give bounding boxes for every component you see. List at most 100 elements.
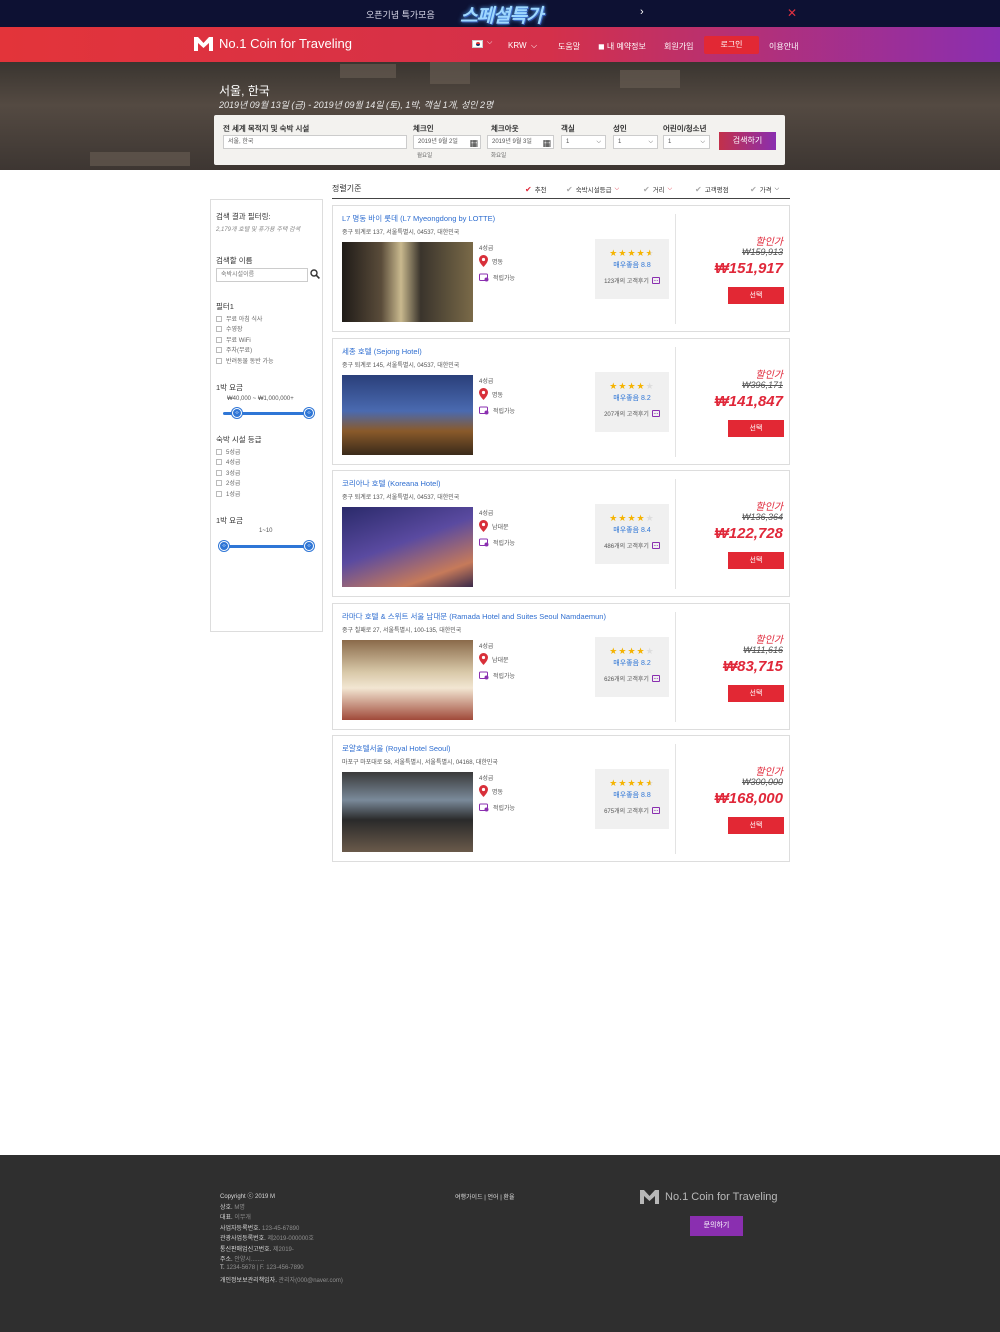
calendar-icon[interactable]: ▦ [469,137,478,149]
hotel-card[interactable]: 코리아나 호텔 (Koreana Hotel) 중구 퇴계로 137, 서울특별… [332,470,790,597]
chevron-down-icon: ⌵ [774,185,780,192]
grade-4[interactable]: 4성급 [216,457,240,466]
contact-button[interactable]: 문의하기 [690,1216,743,1236]
hotel-name[interactable]: L7 명동 바이 롯데 (L7 Myeongdong by LOTTE) [342,213,495,224]
promo-banner[interactable]: 오픈기념 특가모음 스페셜특가 › ✕ [0,0,1000,27]
grade-2[interactable]: 2성급 [216,478,240,487]
review-score: 매우좋음 8.8 [613,262,651,269]
rooms-select[interactable]: 1 ⌵ [561,135,606,149]
login-button[interactable]: 로그인 [704,36,759,54]
chevron-down-icon[interactable]: ⌵ [487,39,492,47]
footer-brand: No.1 Coin for Traveling [640,1190,778,1204]
hotel-name-input[interactable] [216,268,308,282]
checkin-input[interactable]: 2019년 9월 2일 ▦ [413,135,481,149]
filter-wifi[interactable]: 무료 WiFi [216,335,251,344]
sale-price: ₩141,847 [714,393,783,410]
search-icon[interactable] [310,269,320,279]
search-form: 전 세계 목적지 및 숙박 시설 서울, 한국 체크인 2019년 9월 2일 … [214,115,785,165]
adults-select[interactable]: 1 ⌵ [613,135,658,149]
slider-handle-max[interactable]: ‹› [304,408,314,418]
star-icon: ★ [636,248,646,258]
hotel-photo[interactable] [342,640,473,720]
hotel-name[interactable]: 로얄호텔서울 (Royal Hotel Seoul) [342,743,451,754]
check-icon: ✔ [695,184,702,194]
star-icon: ★ [645,513,655,523]
hotel-card[interactable]: 세종 호텔 (Sejong Hotel) 중구 퇴계로 145, 서울특별시, … [332,338,790,465]
grade-1[interactable]: 1성급 [216,489,240,498]
promo-logo[interactable]: 스페셜특가 [460,1,546,27]
result-count: 2,179개 호텔 및 휴가용 주택 검색 [216,227,301,233]
kids-select[interactable]: 1 ⌵ [663,135,710,149]
calendar-icon[interactable]: ▦ [542,137,551,149]
sort-distance[interactable]: ✔ 거리 ⌵ [643,184,673,195]
chevron-down-icon: ⌵ [667,185,673,192]
select-button[interactable]: 선택 [728,420,784,437]
footer-info-line: 대표. 이무개 [220,1215,251,1221]
hotel-photo[interactable] [342,507,473,587]
review-count[interactable]: 626개의 고객후기… [595,674,669,683]
range2-slider-track[interactable] [223,545,309,548]
hotel-card[interactable]: L7 명동 바이 롯데 (L7 Myeongdong by LOTTE) 중구 … [332,205,790,332]
nav-signup[interactable]: 회원가입 [664,41,693,52]
search-button[interactable]: 검색하기 [719,132,776,150]
rating-box: ★★★★★ 매우좋음 8.2 626개의 고객후기… [595,637,669,697]
hero-banner: 서울, 한국 2019년 09월 13일 (금) - 2019년 09월 14일… [0,62,1000,170]
hotel-card[interactable]: 로얄호텔서울 (Royal Hotel Seoul) 마포구 마포대로 58, … [332,735,790,862]
review-count[interactable]: 123개의 고객후기… [595,276,669,285]
hotel-photo[interactable] [342,375,473,455]
review-count[interactable]: 486개의 고객후기… [595,541,669,550]
star-icon: ★ [627,778,637,788]
footer-links[interactable]: 여행가이드 | 언어 | 환율 [455,1192,514,1201]
sale-price: ₩83,715 [722,658,783,675]
nav-guide[interactable]: 이용안내 [769,41,798,52]
select-button[interactable]: 선택 [728,287,784,304]
filter-pets[interactable]: 반려동물 동반 가능 [216,356,274,365]
hotel-photo[interactable] [342,242,473,322]
nav-help[interactable]: 도움말 [558,41,580,52]
sort-grade[interactable]: ✔ 숙박시설등급 ⌵ [566,184,619,195]
slider-handle-min[interactable]: ‹› [219,541,229,551]
hotel-name[interactable]: 세종 호텔 (Sejong Hotel) [342,346,422,357]
divider [675,744,676,854]
slider-handle-max[interactable]: ‹› [304,541,314,551]
grade-3[interactable]: 3성급 [216,468,240,477]
hotel-address: 중구 퇴계로 137, 서울특별시, 04537, 대한민국 [342,495,460,501]
chevron-right-icon[interactable]: › [640,6,644,18]
sort-rating[interactable]: ✔ 고객평점 [695,184,729,195]
promo-text: 오픈기념 특가모음 [366,10,435,20]
hotel-points: 적립가능 [479,538,515,547]
hotel-name[interactable]: 코리아나 호텔 (Koreana Hotel) [342,478,441,489]
korea-flag-icon[interactable] [472,40,483,48]
footer: Copyright ⓒ 2019 M 상호. M명 대표. 이무개 사업자등록번호.… [0,1155,1000,1332]
sort-price[interactable]: ✔ 가격 ⌵ [750,184,780,195]
slider-handle-min[interactable]: ‹› [232,408,242,418]
hotel-card[interactable]: 라마다 호텔 & 스위트 서울 남대문 (Ramada Hotel and Su… [332,603,790,730]
select-button[interactable]: 선택 [728,817,784,834]
grade-5[interactable]: 5성급 [216,447,240,456]
star-rating: ★★★★★ [595,778,669,789]
original-price: ₩159,913 [741,247,783,257]
sale-price: ₩168,000 [714,790,783,807]
filter-breakfast[interactable]: 무료 아침 식사 [216,314,262,323]
hotel-address: 중구 칠패로 27, 서울특별시, 100-135, 대한민국 [342,628,462,634]
select-button[interactable]: 선택 [728,685,784,702]
star-icon: ★ [645,381,655,391]
sort-recommended[interactable]: ✔ 추천 [525,184,547,195]
currency-select[interactable]: KRW ⌵ [508,41,537,51]
filter-pool[interactable]: 수영장 [216,324,243,333]
select-button[interactable]: 선택 [728,552,784,569]
destination-input[interactable]: 서울, 한국 [223,135,407,149]
close-icon[interactable]: ✕ [787,6,797,20]
brand-logo[interactable]: No.1 Coin for Traveling [194,36,352,51]
star-icon: ★ [609,778,619,788]
nav-my-booking[interactable]: ◼ 내 예약정보 [598,41,646,52]
checkout-input[interactable]: 2019년 9월 3일 ▦ [487,135,554,149]
review-count[interactable]: 675개의 고객후기… [595,806,669,815]
filter-parking[interactable]: 주차(무료) [216,345,252,354]
review-count[interactable]: 207개의 고객후기… [595,409,669,418]
checkbox [216,490,222,497]
hotel-name[interactable]: 라마다 호텔 & 스위트 서울 남대문 (Ramada Hotel and Su… [342,611,606,622]
divider [675,214,676,324]
name-search-title: 검색할 이름 [216,256,253,265]
hotel-photo[interactable] [342,772,473,852]
